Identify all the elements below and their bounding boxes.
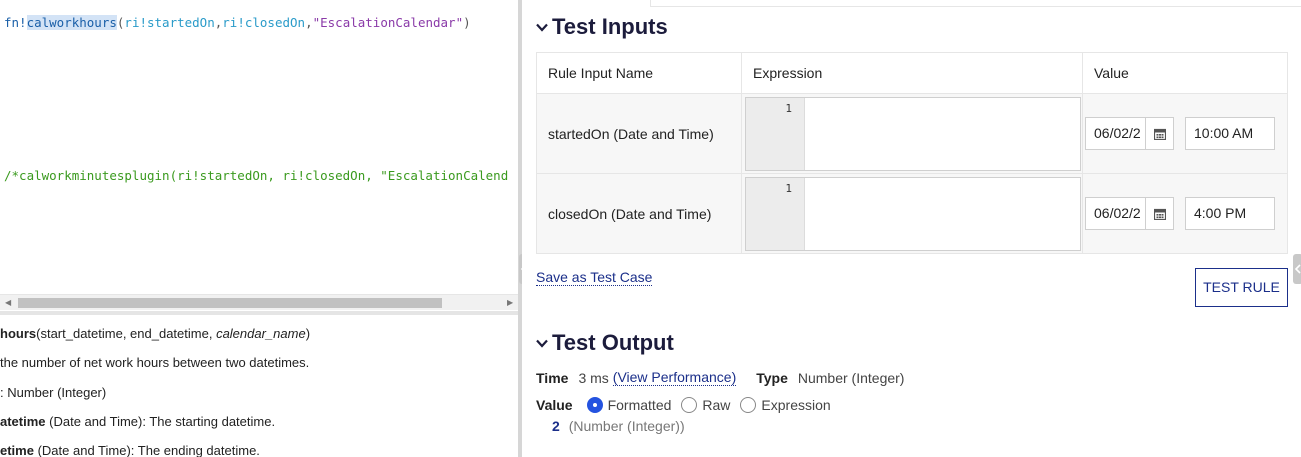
test-inputs-title: Test Inputs xyxy=(552,14,668,39)
help-signature: hours(start_datetime, end_datetime, cale… xyxy=(0,326,310,341)
rule-input-name: closedOn (Date and Time) xyxy=(536,173,742,254)
date-field[interactable]: 06/02/2 xyxy=(1085,197,1145,230)
code-line-1[interactable]: fn!calworkhours(ri!startedOn,ri!closedOn… xyxy=(4,15,471,30)
output-meta-row: Time 3 ms (View Performance) Type Number… xyxy=(536,369,904,386)
expression-cell: 1 xyxy=(741,173,1083,254)
help-param-start-name: atetime xyxy=(0,414,46,429)
code-selected-function: calworkhours xyxy=(26,15,117,30)
radio-unselected-icon[interactable] xyxy=(740,397,757,413)
help-param-end-desc: (Date and Time): The ending datetime. xyxy=(33,443,260,457)
test-inputs-table: Rule Input Name Expression Value started… xyxy=(536,52,1288,254)
value-cell: 06/02/2 10:00 AM xyxy=(1082,93,1288,174)
date-field[interactable]: 06/02/2 xyxy=(1085,117,1145,150)
radio-label: Formatted xyxy=(607,397,672,413)
table-header-row: Rule Input Name Expression Value xyxy=(536,52,1288,94)
time-field[interactable]: 10:00 AM xyxy=(1185,117,1275,150)
radio-unselected-icon[interactable] xyxy=(681,397,698,413)
save-as-test-case-link[interactable]: Save as Test Case xyxy=(536,269,653,286)
col-header-rule-input-name: Rule Input Name xyxy=(536,52,742,94)
code-arg-calendar: "EscalationCalendar" xyxy=(312,15,464,30)
table-row: startedOn (Date and Time) 1 06/02/2 10:0… xyxy=(536,93,1288,174)
expression-editor[interactable]: fn!calworkhours(ri!startedOn,ri!closedOn… xyxy=(0,0,518,313)
scroll-right-icon[interactable]: ▶ xyxy=(507,298,513,307)
scrollbar-thumb[interactable] xyxy=(18,298,442,308)
help-sig-end: ) xyxy=(305,326,311,341)
view-performance-link[interactable]: (View Performance) xyxy=(612,369,737,386)
value-format-row: Value Formatted Raw Expression xyxy=(536,397,841,413)
test-inputs-header[interactable]: Test Inputs xyxy=(536,14,668,40)
help-description: the number of net work hours between two… xyxy=(0,355,310,370)
help-returns: : Number (Integer) xyxy=(0,385,107,400)
col-header-value: Value xyxy=(1082,52,1288,94)
help-func-name: hours xyxy=(0,326,37,341)
result-type: (Number (Integer)) xyxy=(568,418,685,434)
code-arg-closedon: ri!closedOn xyxy=(222,15,306,30)
test-output-title: Test Output xyxy=(552,330,674,355)
test-output-header[interactable]: Test Output xyxy=(536,330,674,356)
radio-formatted[interactable]: Formatted xyxy=(586,397,672,413)
rule-input-name: startedOn (Date and Time) xyxy=(536,93,742,174)
radio-selected-icon[interactable] xyxy=(586,397,603,413)
expression-cell: 1 xyxy=(741,93,1083,174)
collapse-arrow-icon[interactable] xyxy=(1293,254,1301,284)
code-paren-close: ) xyxy=(463,15,471,30)
value-label: Value xyxy=(536,397,573,413)
help-param-end: etime (Date and Time): The ending dateti… xyxy=(0,443,260,457)
result-value: 2 xyxy=(552,418,560,434)
output-result: 2 (Number (Integer)) xyxy=(552,418,685,434)
radio-label: Raw xyxy=(702,397,731,413)
help-param-end-name: etime xyxy=(0,443,34,457)
time-value: 3 ms xyxy=(578,369,609,386)
code-comma: , xyxy=(305,15,313,30)
scroll-left-icon[interactable]: ◀ xyxy=(5,298,11,307)
time-field[interactable]: 4:00 PM xyxy=(1185,197,1275,230)
chevron-down-icon[interactable] xyxy=(536,335,548,352)
function-help: hours(start_datetime, end_datetime, cale… xyxy=(0,315,518,457)
expression-input[interactable]: 1 xyxy=(745,96,1081,171)
test-rule-button[interactable]: TEST RULE xyxy=(1195,268,1288,307)
line-number: 1 xyxy=(746,97,805,170)
chevron-down-icon[interactable] xyxy=(536,19,548,36)
calendar-icon[interactable] xyxy=(1145,117,1174,150)
radio-label: Expression xyxy=(761,397,831,413)
table-row: closedOn (Date and Time) 1 06/02/2 4:00 … xyxy=(536,173,1288,254)
horizontal-scrollbar[interactable]: ◀ ▶ xyxy=(0,294,518,310)
time-label: Time xyxy=(536,369,569,386)
help-args: (start_datetime, end_datetime, xyxy=(36,326,217,341)
type-label: Type xyxy=(756,369,788,386)
code-line-comment[interactable]: /*calworkminutesplugin(ri!startedOn, ri!… xyxy=(4,168,508,183)
help-param-start: atetime (Date and Time): The starting da… xyxy=(0,414,275,429)
help-optional-arg: calendar_name xyxy=(216,326,306,341)
test-panel: Test Inputs Rule Input Name Expression V… xyxy=(522,0,1301,457)
line-number: 1 xyxy=(746,177,805,250)
expression-input[interactable]: 1 xyxy=(745,176,1081,251)
code-arg-startedon: ri!startedOn xyxy=(124,15,215,30)
top-strip xyxy=(650,0,1301,7)
radio-raw[interactable]: Raw xyxy=(681,397,730,413)
radio-expression[interactable]: Expression xyxy=(740,397,831,413)
help-param-start-desc: (Date and Time): The starting datetime. xyxy=(45,414,276,429)
value-cell: 06/02/2 4:00 PM xyxy=(1082,173,1288,254)
col-header-expression: Expression xyxy=(741,52,1083,94)
calendar-icon[interactable] xyxy=(1145,197,1174,230)
type-value: Number (Integer) xyxy=(797,369,905,386)
code-fn-prefix: fn! xyxy=(4,15,27,30)
